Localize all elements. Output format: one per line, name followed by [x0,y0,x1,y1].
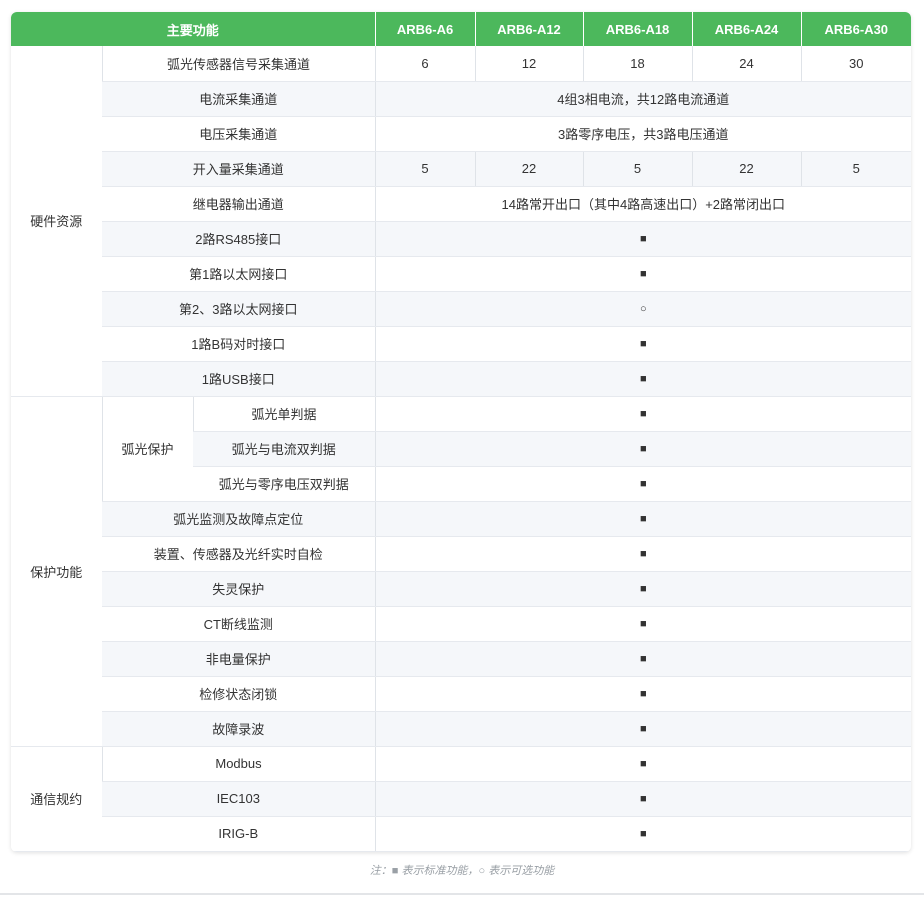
header-model-a18: ARB6-A18 [582,12,693,46]
row-label: 弧光监测及故障点定位 [102,501,376,537]
table-row: 电压采集通道 3路零序电压，共3路电压通道 [11,116,911,152]
row-label: CT断线监测 [102,606,376,642]
standard-mark: ■ [374,361,911,397]
row-label: IEC103 [102,781,376,817]
table-row: 弧光监测及故障点定位 ■ [11,501,911,537]
row-label: 装置、传感器及光纤实时自检 [102,536,376,572]
table-row: IRIG-B ■ [11,816,911,852]
cell-value: 5 [800,151,911,187]
cell-value: 22 [691,151,802,187]
table-row: 2路RS485接口 ■ [11,221,911,257]
standard-mark: ■ [374,501,911,537]
group-protection: 保护功能 [11,396,102,747]
standard-mark: ■ [374,746,911,782]
header-model-a6: ARB6-A6 [374,12,476,46]
header-model-a12: ARB6-A12 [474,12,584,46]
cell-value: 4组3相电流，共12路电流通道 [374,81,911,117]
standard-mark: ■ [374,221,911,257]
standard-mark: ■ [374,816,911,852]
group-arc-protection: 弧光保护 [101,396,193,502]
standard-mark: ■ [374,256,911,292]
table-row: 1路B码对时接口 ■ [11,326,911,362]
cell-value: 12 [474,46,584,82]
table-row: 保护功能 弧光保护 弧光单判据 ■ [11,396,911,747]
table-row: 第2、3路以太网接口 ○ [11,291,911,327]
standard-mark: ■ [374,326,911,362]
group-hardware: 硬件资源 [11,46,102,397]
row-label: 第1路以太网接口 [102,256,376,292]
standard-mark: ■ [374,396,911,432]
row-label: 开入量采集通道 [102,151,376,187]
cell-value: 5 [374,151,476,187]
cell-value: 22 [474,151,584,187]
table-row: 非电量保护 ■ [11,641,911,677]
row-label: 非电量保护 [102,641,376,677]
header-model-a30: ARB6-A30 [800,12,911,46]
cell-value: 3路零序电压，共3路电压通道 [374,116,911,152]
row-label: 检修状态闭锁 [102,676,376,712]
row-label: 电压采集通道 [102,116,376,152]
row-label: IRIG-B [102,816,376,852]
row-label: Modbus [101,746,376,782]
cell-value: 30 [800,46,911,82]
feature-table-card: 主要功能 ARB6-A6 ARB6-A12 ARB6-A18 ARB6-A24 … [11,12,911,852]
header-main-functions: 主要功能 [11,12,376,46]
row-label: 1路B码对时接口 [102,326,376,362]
cell-value: 6 [374,46,476,82]
table-row: 检修状态闭锁 ■ [11,676,911,712]
row-label: 电流采集通道 [102,81,376,117]
row-label: 第2、3路以太网接口 [102,291,376,327]
standard-mark: ■ [374,571,911,607]
cell-value: 5 [582,151,693,187]
divider [0,893,924,895]
row-label: 弧光与零序电压双判据 [193,466,376,502]
row-label: 弧光单判据 [192,396,376,432]
standard-mark: ■ [374,606,911,642]
table-row: 硬件资源 弧光传感器信号采集通道 6 12 18 24 30 [11,46,911,397]
standard-mark: ■ [374,676,911,712]
table-row: 1路USB接口 ■ [11,361,911,397]
standard-mark: ■ [374,466,911,502]
cell-value: 24 [691,46,802,82]
standard-mark: ■ [374,536,911,572]
table-row: 开入量采集通道 5 22 5 22 5 [11,151,911,187]
row-label: 1路USB接口 [102,361,376,397]
optional-mark: ○ [374,291,911,327]
table-row: CT断线监测 ■ [11,606,911,642]
row-label: 继电器输出通道 [102,186,376,222]
cell-value: 18 [582,46,693,82]
standard-mark: ■ [374,781,911,817]
legend-note: 注：■ 表示标准功能，○ 表示可选功能 [369,865,555,877]
header-model-a24: ARB6-A24 [691,12,802,46]
cell-value: 14路常开出口（其中4路高速出口）+2路常闭出口 [374,186,911,222]
table-row: 电流采集通道 4组3相电流，共12路电流通道 [11,81,911,117]
table-row: 继电器输出通道 14路常开出口（其中4路高速出口）+2路常闭出口 [11,186,911,222]
standard-mark: ■ [374,641,911,677]
feature-comparison-table: 主要功能 ARB6-A6 ARB6-A12 ARB6-A18 ARB6-A24 … [11,12,911,852]
row-label: 2路RS485接口 [102,221,376,257]
table-row: 第1路以太网接口 ■ [11,256,911,292]
row-label: 弧光与电流双判据 [193,431,376,467]
table-row: 故障录波 ■ [11,711,911,747]
row-label: 故障录波 [102,711,376,747]
table-row: 装置、传感器及光纤实时自检 ■ [11,536,911,572]
row-label: 失灵保护 [102,571,376,607]
standard-mark: ■ [374,431,911,467]
table-row: 通信规约 Modbus ■ [11,746,911,852]
row-label: 弧光传感器信号采集通道 [101,46,376,82]
group-communication: 通信规约 [11,746,102,852]
standard-mark: ■ [374,711,911,747]
table-row: IEC103 ■ [11,781,911,817]
table-row: 失灵保护 ■ [11,571,911,607]
table-header-row: 主要功能 ARB6-A6 ARB6-A12 ARB6-A18 ARB6-A24 … [11,12,911,46]
